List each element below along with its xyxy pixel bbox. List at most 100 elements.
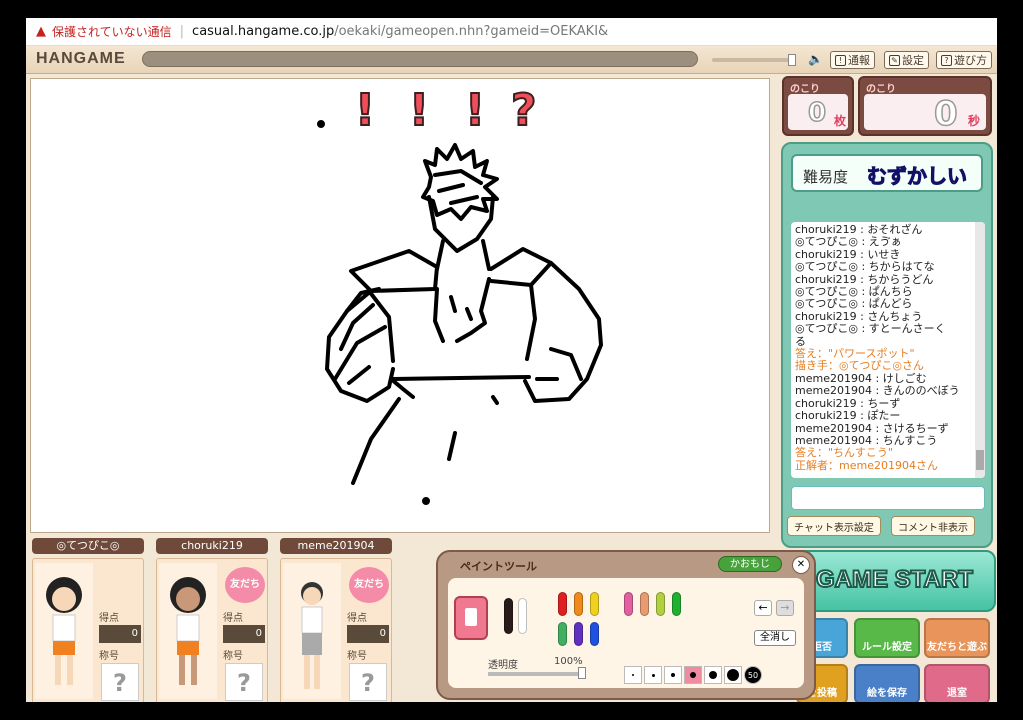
volume-knob[interactable] [788,54,796,66]
rule-settings-button[interactable]: ルール設定 [854,618,920,658]
cards-value: 0 [807,97,827,129]
player-card[interactable]: meme201904 友だち 得点 0 称号 ? [276,536,394,702]
sketch-drawing [317,120,603,505]
title-badge: ? [225,663,263,701]
game-topbar: HANGAME 🔈 ! 通報 ✎ 設定 ? 遊び方 [26,46,997,74]
report-button[interactable]: ! 通報 [830,51,875,69]
save-drawing-button[interactable]: 絵を保存 [854,664,920,702]
paint-tool-title: ペイントツール [460,560,537,573]
chat-scrollbar-thumb[interactable] [976,450,984,470]
chat-message: choruki219 : ぽたー [795,409,901,423]
chat-message: 答え："ちんすこう" [795,446,893,460]
player-card[interactable]: choruki219 友だち 得点 0 称号 ? [152,536,270,702]
score-label: 得点 [223,613,243,624]
chat-log[interactable]: choruki219 : おそれざん ◎てつぴこ◎ : えゔぁ choruki219… [791,222,985,478]
difficulty-label: 難易度 [803,168,849,186]
pen-color[interactable] [518,598,527,634]
hangame-logo[interactable]: HANGAME [36,50,126,68]
clear-all-button[interactable]: 全消し [754,630,796,646]
volume-slider[interactable] [712,54,796,66]
window: ▲ 保護されていない通信 | casual.hangame.co.jp/oeka… [26,18,997,702]
friend-badge[interactable]: 友だち [225,567,265,603]
pen-color[interactable] [624,592,633,616]
report-icon: ! [835,54,846,66]
chat-scrollbar[interactable] [975,222,985,478]
seconds-unit: 秒 [968,114,981,128]
chat-display-settings-button[interactable]: チャット表示設定 [787,516,881,536]
help-button[interactable]: ? 遊び方 [936,51,992,69]
help-icon: ? [941,54,952,66]
player-avatar [35,563,93,699]
speaker-icon[interactable]: 🔈 [808,52,823,66]
chat-message: ◎てつぴこ◎ : すとーんさーく [795,322,946,336]
hide-comments-button[interactable]: コメント非表示 [891,516,975,536]
player-name: choruki219 [156,538,268,554]
brush-size-option[interactable] [644,666,662,684]
title-label: 称号 [223,651,243,662]
pen-color[interactable] [574,592,583,616]
opacity-slider[interactable] [488,667,586,679]
friend-badge[interactable]: 友だち [349,567,389,603]
brush-size-option[interactable] [664,666,682,684]
address-bar[interactable]: ▲ 保護されていない通信 | casual.hangame.co.jp/oeka… [26,18,997,46]
brush-size-option[interactable] [684,666,702,684]
eraser-tool[interactable] [454,596,488,640]
player-card[interactable]: ◎てつぴこ◎ 得点 0 称号 ? [28,536,146,702]
brush-size-option[interactable]: 50 [744,666,762,684]
opacity-label: 透明度 [488,660,518,671]
play-with-friends-button[interactable]: 友だちと遊ぶ [924,618,990,658]
emoticon-button[interactable]: かおもじ [718,556,782,572]
leave-room-button[interactable]: 退室 [924,664,990,702]
pen-color[interactable] [656,592,665,616]
brush-size-option[interactable] [724,666,742,684]
chat-message: ◎てつぴこ◎ : ぱんどら [795,297,913,311]
chat-panel: 難易度 むずかしい choruki219 : おそれざん ◎てつぴこ◎ : えゔぁ… [781,142,993,548]
difficulty-value: むずかしい [867,164,968,189]
chat-message: 正解者：meme201904さん [795,458,938,472]
player-name: ◎てつぴこ◎ [32,538,144,554]
pen-color[interactable] [640,592,649,616]
opacity-value: 100% [554,656,583,667]
chat-input[interactable] [791,486,985,510]
seconds-value: 0 [933,93,958,135]
undo-arrow-icon[interactable]: ← [754,600,772,616]
separator: | [179,24,185,39]
score-label: 得点 [347,613,367,624]
settings-icon: ✎ [889,54,900,66]
score-value: 0 [99,625,141,643]
warning-icon: ▲ [36,24,46,39]
score-label: 得点 [99,613,119,624]
eraser-icon [465,608,477,626]
pen-color[interactable] [558,622,567,646]
settings-button[interactable]: ✎ 設定 [884,51,929,69]
remaining-seconds-counter: のこり 0 秒 [858,76,992,136]
url-text[interactable]: casual.hangame.co.jp/oekaki/gameopen.nhn… [192,24,608,39]
player-avatar [159,563,217,699]
chat-message: meme201904 : きんののべぼう [795,384,960,398]
score-value: 0 [223,625,265,643]
chat-message: ◎てつぴこ◎ : えゔぁ [795,235,902,249]
paint-tool-panel: ペイントツール かおもじ ✕ ← → 全消し 透明度 100% 50 [436,550,816,700]
chat-message: 描き手：◎てつぴこ◎さん [795,359,924,373]
close-icon[interactable]: ✕ [792,556,810,574]
opacity-knob[interactable] [578,667,586,679]
game-start-button[interactable]: GAME START [792,550,996,612]
remaining-cards-counter: のこり 0 枚 [782,76,854,136]
pen-color[interactable] [590,622,599,646]
brush-size-option[interactable] [704,666,722,684]
score-value: 0 [347,625,389,643]
redo-arrow-icon[interactable]: → [776,600,794,616]
pen-color[interactable] [574,622,583,646]
title-badge: ? [101,663,139,701]
drawing-canvas[interactable]: ! ! ! ? [30,78,770,533]
pen-color[interactable] [590,592,599,616]
cards-unit: 枚 [834,114,847,128]
pen-color[interactable] [558,592,567,616]
brush-size-option[interactable] [624,666,642,684]
chat-message: ◎てつぴこ◎ : ちからはてな [795,260,935,274]
title-badge: ? [349,663,387,701]
pen-color[interactable] [504,598,513,634]
pen-color[interactable] [672,592,681,616]
title-label: 称号 [99,651,119,662]
title-label: 称号 [347,651,367,662]
